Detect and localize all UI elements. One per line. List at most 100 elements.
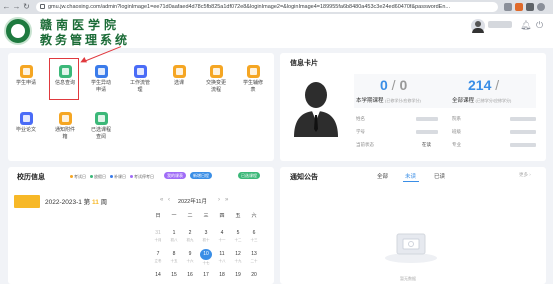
field-dept-value bbox=[510, 117, 536, 121]
menu-item-selected-courses[interactable]: 已选课程 查阅 bbox=[81, 112, 121, 141]
add-schedule-button[interactable]: 新增日程 bbox=[190, 172, 212, 179]
tab-all[interactable]: 全部 bbox=[377, 172, 388, 180]
all-credits-label: 全部课程 (已修学分/应修学分) bbox=[452, 98, 512, 104]
field-status-value: 在读 bbox=[422, 142, 431, 147]
calendar-day[interactable]: 2 bbox=[184, 230, 196, 237]
calendar-day[interactable]: 20 bbox=[248, 272, 260, 279]
term-week-text: 2022-2023-1 第 11 周 bbox=[45, 199, 108, 206]
calendar-day-today[interactable]: 10 bbox=[200, 249, 212, 260]
application-icon bbox=[19, 65, 33, 78]
share-icon[interactable] bbox=[504, 3, 512, 11]
tab-unread[interactable]: 未读 bbox=[405, 172, 416, 180]
legend-suspend: 考试停考日 bbox=[130, 174, 154, 180]
thesis-icon bbox=[19, 112, 33, 125]
calendar-day[interactable]: 19 bbox=[232, 272, 244, 279]
selected-courses-button[interactable]: 已选课程 bbox=[238, 172, 260, 179]
forward-icon[interactable]: → bbox=[12, 2, 21, 11]
current-credits: 0 / 0 bbox=[380, 77, 408, 93]
lunar-date: 十九 bbox=[234, 259, 242, 263]
week-badge bbox=[14, 195, 40, 208]
exchange-icon bbox=[209, 65, 223, 78]
course-icon bbox=[172, 65, 186, 78]
weekday-wed: 三 bbox=[203, 213, 209, 219]
lunar-date: 十三 bbox=[250, 238, 258, 242]
lunar-date: 十二 bbox=[234, 238, 242, 242]
field-class-label: 班级 bbox=[452, 129, 461, 134]
calendar-day[interactable]: 17 bbox=[200, 272, 212, 279]
change-icon bbox=[94, 65, 108, 78]
field-status-label: 当前状态 bbox=[356, 142, 374, 147]
lunar-date: 立冬 bbox=[154, 259, 162, 263]
workflow-icon bbox=[133, 65, 147, 78]
calendar-card bbox=[8, 167, 274, 284]
calendar-day[interactable]: 3 bbox=[200, 230, 212, 237]
calendar-day[interactable]: 12 bbox=[232, 251, 244, 258]
bell-icon[interactable]: 🔔︎ bbox=[520, 20, 531, 31]
calendar-day[interactable]: 11 bbox=[216, 251, 228, 258]
my-timetable-button[interactable]: 我的课表 bbox=[164, 172, 186, 179]
menu-item-student-apply[interactable]: 学生申请 bbox=[6, 65, 46, 87]
weekday-thu: 四 bbox=[219, 213, 225, 219]
calendar-day[interactable]: 16 bbox=[184, 272, 196, 279]
next-year-icon[interactable]: » bbox=[225, 197, 228, 203]
empty-text: 暂无数据 bbox=[400, 276, 416, 281]
user-name[interactable] bbox=[488, 21, 512, 28]
menu-item-student-change[interactable]: 学生异动 申请 bbox=[81, 65, 121, 94]
field-id-value bbox=[416, 130, 438, 134]
lunar-date: 二十 bbox=[250, 259, 258, 263]
extension-icon[interactable] bbox=[515, 3, 523, 11]
menu-item-exchange[interactable]: 交换变更 流程 bbox=[196, 65, 236, 94]
menu-item-course-select[interactable]: 选课 bbox=[159, 65, 199, 87]
weekday-sat: 六 bbox=[251, 213, 257, 219]
tab-read[interactable]: 已读 bbox=[434, 172, 445, 180]
prev-month-icon[interactable]: ‹ bbox=[168, 197, 170, 203]
attachment-icon bbox=[58, 112, 72, 125]
calendar-day[interactable]: 1 bbox=[168, 230, 180, 237]
power-icon[interactable]: ⏻ bbox=[536, 20, 543, 31]
address-bar[interactable]: gmu.jw.chaoxing.com/admin?loginImage1=ee… bbox=[36, 2, 498, 12]
notice-title: 通知公告 bbox=[290, 174, 318, 181]
calendar-day[interactable]: 14 bbox=[152, 272, 164, 279]
avatar-body bbox=[472, 28, 484, 33]
info-card-title: 信息卡片 bbox=[290, 60, 318, 67]
profile-icon[interactable] bbox=[537, 3, 545, 11]
calendar-day[interactable]: 4 bbox=[216, 230, 228, 237]
calendar-day[interactable]: 15 bbox=[168, 272, 180, 279]
lunar-date: 十一 bbox=[218, 238, 226, 242]
calendar-day[interactable]: 5 bbox=[232, 230, 244, 237]
menu-item-thesis[interactable]: 毕业论文 bbox=[6, 112, 46, 134]
weekday-tue: 二 bbox=[187, 213, 193, 219]
minor-icon bbox=[246, 65, 260, 78]
puzzle-icon[interactable] bbox=[526, 3, 534, 11]
weekday-mon: 一 bbox=[171, 213, 177, 219]
prev-year-icon[interactable]: « bbox=[160, 197, 163, 203]
reload-icon[interactable]: ↻ bbox=[22, 2, 31, 11]
logo-emblem bbox=[11, 24, 25, 38]
calendar-day[interactable]: 31 bbox=[152, 230, 164, 237]
calendar-day[interactable]: 8 bbox=[168, 251, 180, 258]
menu-item-attachments[interactable]: 通知附件 箱 bbox=[45, 112, 85, 141]
lunar-date: 初九 bbox=[186, 238, 194, 242]
next-month-icon[interactable]: › bbox=[218, 197, 220, 203]
calendar-day[interactable]: 9 bbox=[184, 251, 196, 258]
weekday-fri: 五 bbox=[235, 213, 241, 219]
back-icon[interactable]: ← bbox=[2, 2, 11, 11]
logo-subtitle: 教务管理系统 bbox=[40, 33, 131, 47]
menu-item-workflow[interactable]: 工作流管 理 bbox=[120, 65, 160, 94]
current-credits-label: 本学期课程 (已修学分/应修学分) bbox=[356, 98, 421, 104]
calendar-day[interactable]: 6 bbox=[248, 230, 260, 237]
field-dept-label: 院系 bbox=[452, 116, 461, 121]
calendar-day[interactable]: 13 bbox=[248, 251, 260, 258]
weekday-sun: 日 bbox=[155, 213, 161, 219]
calendar-day[interactable]: 7 bbox=[152, 251, 164, 258]
lunar-date: 十七 bbox=[202, 261, 210, 265]
menu-item-minor[interactable]: 学生辅修 表 bbox=[233, 65, 273, 94]
lock-icon bbox=[40, 4, 45, 9]
calendar-title: 校历信息 bbox=[17, 174, 45, 181]
highlight-box bbox=[49, 58, 79, 100]
calendar-day[interactable]: 18 bbox=[216, 272, 228, 279]
lunar-date: 初八 bbox=[170, 238, 178, 242]
notice-more-link[interactable]: 更多 › bbox=[519, 172, 531, 178]
lunar-date: 十八 bbox=[218, 259, 226, 263]
calendar-month: 2022年11月 bbox=[178, 199, 207, 205]
